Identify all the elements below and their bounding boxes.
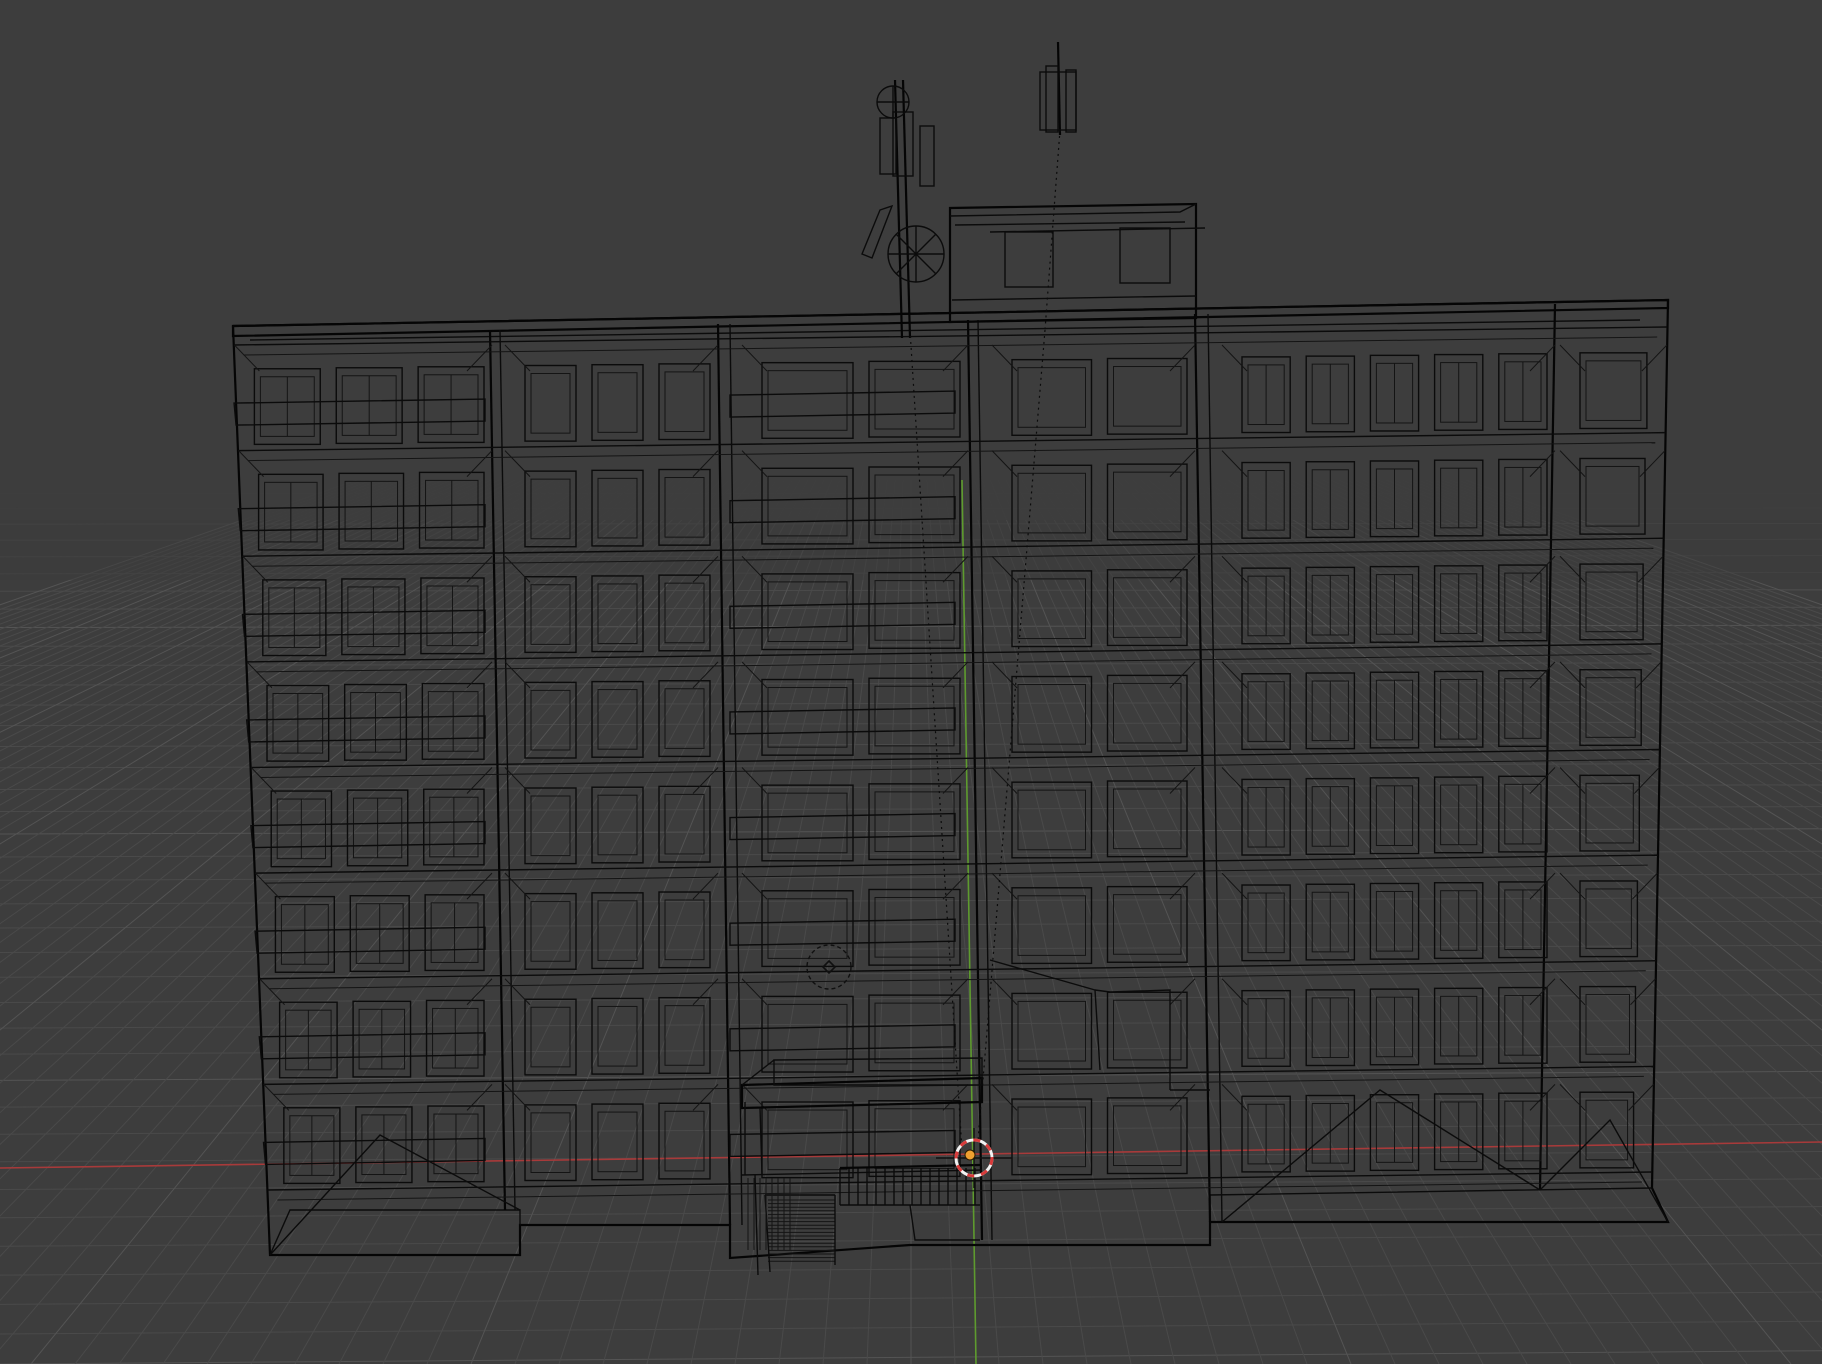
object-origin-icon[interactable]: [964, 1149, 976, 1161]
y-axis-line: [961, 479, 977, 1364]
3d-viewport[interactable]: [0, 0, 1822, 1364]
viewport-canvas[interactable]: [0, 0, 1822, 1364]
entrance-recess: [989, 959, 1210, 1091]
base-trim: [269, 1209, 521, 1256]
